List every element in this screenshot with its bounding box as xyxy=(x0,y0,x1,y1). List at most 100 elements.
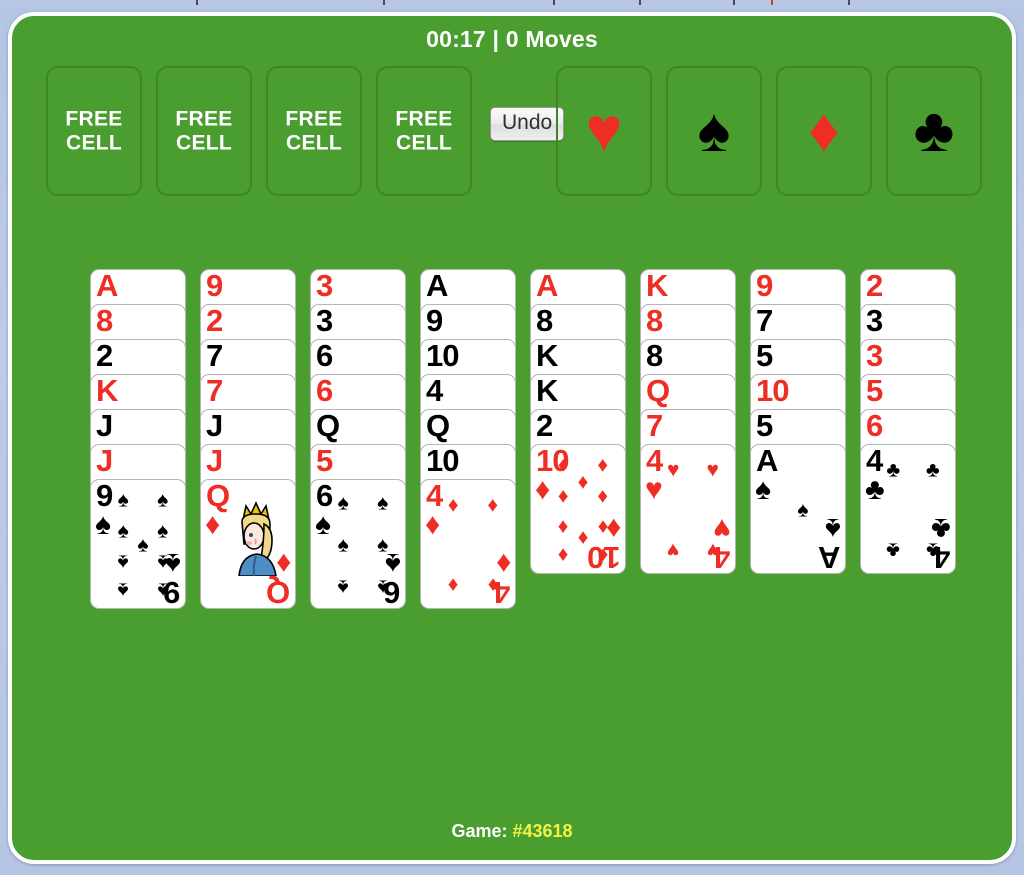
pip: ♠ xyxy=(117,550,129,574)
tableau-column-1[interactable]: A♦8♦2♠K♥J♣J♥9♠9♠♠♠♠♠♠♠♠♠♠ xyxy=(90,269,186,609)
free-cell-label-line2: CELL xyxy=(395,131,453,154)
free-cell-label: FREE CELL xyxy=(378,107,470,154)
pip: ♠ xyxy=(377,575,389,599)
pip: ♠ xyxy=(117,578,129,602)
undo-button[interactable]: Undo xyxy=(490,107,565,141)
club-icon: ♣ xyxy=(913,96,955,165)
pip: ♦ xyxy=(597,515,609,539)
card-pips: ♣ ♣ ♣ ♣ xyxy=(886,451,940,569)
pip: ♥ xyxy=(667,458,680,482)
game-id: Game: #43618 xyxy=(12,821,1012,842)
toolbar-tick xyxy=(639,0,641,5)
pip: ♦ xyxy=(597,543,609,567)
foundation-clubs[interactable]: ♣ xyxy=(886,66,982,196)
pip: ♦ xyxy=(447,573,459,597)
toolbar-tick-active xyxy=(771,0,773,5)
free-cell-label-line1: FREE xyxy=(285,107,343,131)
card-4-clubs[interactable]: 4 ♣ 4 ♣ ♣ ♣ ♣ ♣ xyxy=(860,444,956,574)
free-cell-2[interactable]: FREE CELL xyxy=(156,66,252,196)
free-cell-3[interactable]: FREE CELL xyxy=(266,66,362,196)
card-pips: ♠ ♠ ♠ ♠ ♠ ♠ xyxy=(337,486,389,604)
card-9-spades[interactable]: 9 ♠ 9 ♠ ♠ ♠ ♠ ♠ ♠ ♠ ♠ ♠ ♠ xyxy=(90,479,186,609)
card-A-spades[interactable]: A ♠ A ♠ ♠ xyxy=(750,444,846,574)
tableau-column-8[interactable]: 2♦3♠3♥5♦6♥4♣4♣♣♣♣♣ xyxy=(860,269,956,574)
card-10-diamonds[interactable]: 10 ♦ 10 ♦ ♦ ♦ ♦ ♦ ♦ ♦ ♦ ♦ ♦ ♦ xyxy=(530,444,626,574)
card-6-spades[interactable]: 6 ♠ 6 ♠ ♠ ♠ ♠ ♠ ♠ ♠ xyxy=(310,479,406,609)
queen-illustration xyxy=(238,501,277,576)
card-Q-diamonds[interactable]: Q ♦ Q ♦ xyxy=(200,479,296,609)
free-cell-4[interactable]: FREE CELL xyxy=(376,66,472,196)
diamond-icon: ♦ xyxy=(205,508,221,541)
heart-icon: ♥ xyxy=(585,96,623,165)
pip: ♣ xyxy=(886,458,901,482)
game-id-number: #43618 xyxy=(512,821,573,841)
tableau-column-6[interactable]: K♦8♥8♣Q♥7♥4♥4♥♥♥♥♥ xyxy=(640,269,736,574)
pip: ♦ xyxy=(597,453,609,477)
diamond-icon: ♦ xyxy=(535,473,551,506)
toolbar-tick xyxy=(553,0,555,5)
club-icon: ♣ xyxy=(865,473,885,506)
pip: ♥ xyxy=(667,538,680,562)
pip: ♠ xyxy=(377,533,389,557)
pip: ♦ xyxy=(557,515,569,539)
card-pips: ♠ xyxy=(777,451,829,569)
pip: ♦ xyxy=(557,453,569,477)
pip: ♥ xyxy=(706,458,719,482)
status-bar: 00:17 | 0 Moves xyxy=(426,26,598,52)
foundation-spades[interactable]: ♠ xyxy=(666,66,762,196)
pip: ♦ xyxy=(557,484,569,508)
free-cell-label: FREE CELL xyxy=(268,107,360,154)
spade-icon: ♠ xyxy=(315,508,331,541)
card-pips: ♥ ♥ ♥ ♥ xyxy=(667,451,719,569)
pip: ♣ xyxy=(925,458,940,482)
tableau-column-2[interactable]: 9♦2♥7♣7♦J♠J♦Q♦Q♦ xyxy=(200,269,296,609)
pip: ♠ xyxy=(157,488,169,512)
heart-icon: ♥ xyxy=(645,473,663,506)
pip: ♣ xyxy=(886,538,901,562)
pip: ♦ xyxy=(597,484,609,508)
page-root: 00:17 | 0 Moves FREE CELL FREE CELL FREE… xyxy=(0,0,1024,875)
pip: ♠ xyxy=(377,491,389,515)
pip: ♦ xyxy=(447,493,459,517)
pip: ♠ xyxy=(157,550,169,574)
card-4-hearts[interactable]: 4 ♥ 4 ♥ ♥ ♥ ♥ ♥ xyxy=(640,444,736,574)
card-4-diamonds[interactable]: 4 ♦ 4 ♦ ♦ ♦ ♦ ♦ xyxy=(420,479,516,609)
card-pips: ♦ ♦ ♦ ♦ xyxy=(447,486,499,604)
toolbar-tick xyxy=(196,0,198,5)
foundation-hearts[interactable]: ♥ xyxy=(556,66,652,196)
toolbar-tick xyxy=(383,0,385,5)
free-cell-label-line2: CELL xyxy=(175,131,233,154)
pip: ♠ xyxy=(157,519,169,543)
pip: ♠ xyxy=(157,578,169,602)
pip: ♠ xyxy=(117,488,129,512)
card-pips: ♠ ♠ ♠ ♠ ♠ ♠ ♠ ♠ ♠ xyxy=(117,486,169,604)
pip: ♠ xyxy=(117,519,129,543)
tableau-column-3[interactable]: 3♦3♣6♣6♦Q♣5♥6♠6♠♠♠♠♠♠♠ xyxy=(310,269,406,609)
tableau-column-4[interactable]: A♣9♣10♠4♠Q♠10♣4♦4♦♦♦♦♦ xyxy=(420,269,516,609)
spade-icon: ♠ xyxy=(755,473,771,506)
pip: ♦ xyxy=(487,493,499,517)
free-cell-label-line1: FREE xyxy=(65,107,123,131)
game-board: 00:17 | 0 Moves FREE CELL FREE CELL FREE… xyxy=(8,12,1016,864)
free-cell-label-line1: FREE xyxy=(175,107,233,131)
tableau-column-5[interactable]: A♥8♠K♠K♣2♣10♦10♦♦♦♦♦♦♦♦♦♦♦ xyxy=(530,269,626,574)
pip: ♠ xyxy=(337,491,349,515)
free-cell-1[interactable]: FREE CELL xyxy=(46,66,142,196)
pip: ♠ xyxy=(137,533,149,557)
spade-icon: ♠ xyxy=(95,508,111,541)
pip: ♦ xyxy=(487,573,499,597)
spade-icon: ♠ xyxy=(697,96,731,165)
browser-toolbar-strip xyxy=(0,0,1024,8)
free-cell-label-line1: FREE xyxy=(395,107,453,131)
foundation-diamonds[interactable]: ♦ xyxy=(776,66,872,196)
tableau-column-7[interactable]: 9♥7♠5♠10♥5♣A♠A♠♠ xyxy=(750,269,846,574)
pip: ♣ xyxy=(925,538,940,562)
game-id-label: Game: xyxy=(451,821,513,841)
free-cell-label-line2: CELL xyxy=(65,131,123,154)
toolbar-tick xyxy=(848,0,850,5)
pip: ♠ xyxy=(337,575,349,599)
pip: ♠ xyxy=(797,498,809,522)
card-pips: ♦ ♦ ♦ ♦ ♦ ♦ ♦ ♦ ♦ ♦ xyxy=(557,451,609,569)
pip: ♦ xyxy=(557,543,569,567)
pip: ♠ xyxy=(337,533,349,557)
